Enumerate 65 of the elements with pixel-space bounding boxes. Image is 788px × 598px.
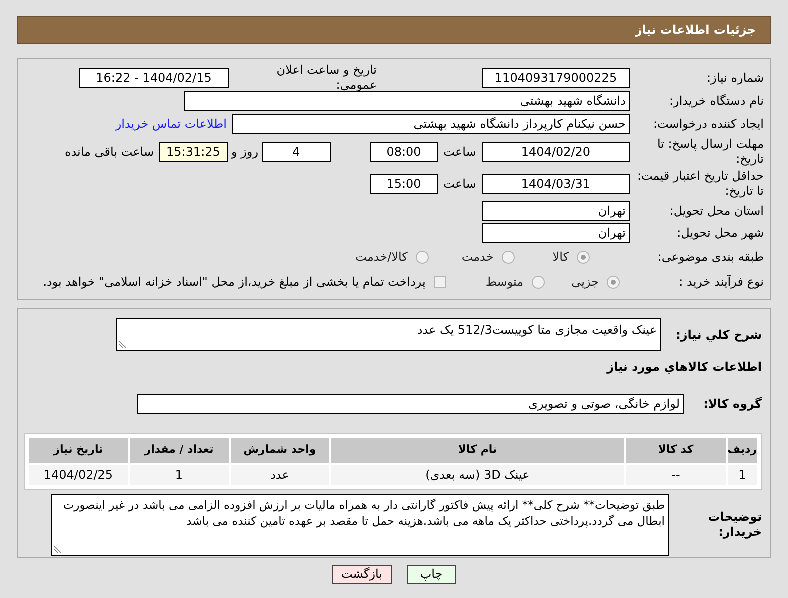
column-header: ردیف [726, 437, 758, 464]
section-title: اطلاعات کالاهاي مورد نياز [607, 359, 762, 376]
table-cell: 1 [128, 464, 230, 486]
field-label: ساعت [442, 176, 478, 192]
text-field[interactable]: 1104093179000225 [482, 68, 630, 88]
table-cell: 1404/02/25 [28, 464, 129, 486]
resize-grip-icon[interactable] [119, 341, 126, 348]
field-label: تاریخ و ساعت اعلان عمومی: [276, 63, 377, 93]
table-cell: عدد [230, 464, 330, 486]
field-label: ساعت باقی مانده [64, 144, 154, 160]
column-header: نام کالا [330, 437, 626, 464]
field-label: شهر محل تحویل: [676, 226, 764, 240]
text-field[interactable]: حسن نیکنام کارپرداز دانشگاه شهید بهشتی [232, 114, 630, 134]
field-label: استان محل تحویل: [668, 204, 764, 218]
table-cell: 1 [726, 464, 758, 486]
radio-button[interactable] [532, 276, 545, 288]
field-label: روز و [230, 144, 260, 160]
contact-link[interactable]: اطلاعات تماس خریدار [116, 115, 227, 133]
table-cell: -- [625, 464, 727, 486]
text-field[interactable]: 4 [262, 142, 331, 162]
table-cell: عینک 3D (سه بعدی) [330, 464, 626, 486]
page-header: جزئیات اطلاعات نیاز [17, 16, 771, 44]
text-area[interactable] [51, 494, 669, 556]
text-field[interactable]: 1404/03/31 [482, 174, 630, 194]
text-field[interactable]: 08:00 [370, 142, 438, 162]
text-field[interactable]: 1404/02/20 [482, 142, 630, 162]
print-button[interactable]: چاپ [407, 565, 456, 584]
field-label: گروه کالا: [702, 396, 762, 412]
radio-label: متوسط [486, 274, 524, 291]
text-field[interactable]: لوازم خانگی، صوتی و تصویری [137, 394, 684, 414]
field-label: حداقل تاریخ اعتبار قیمت: تا تاریخ: [636, 169, 764, 199]
field-label: شرح کلي نياز: [675, 327, 762, 343]
field-label: ساعت [442, 144, 478, 160]
radio-button[interactable] [607, 276, 620, 288]
text-field[interactable]: 15:31:25 [159, 142, 228, 162]
field-label: مهلت ارسال پاسخ: تا تاریخ: [656, 137, 764, 167]
field-label: ایجاد کننده درخواست: [652, 116, 764, 132]
text-field[interactable]: تهران [482, 201, 630, 221]
radio-label: کالا/خدمت [356, 249, 408, 266]
radio-label: کالا [552, 249, 569, 266]
radio-label: جزیی [572, 274, 599, 291]
text-area[interactable]: عینک واقعیت مجازی متا کوییست512/3 یک عدد [116, 318, 661, 351]
text-area-text: طبق توضیحات** شرح کلی** ارائه پیش فاکتور گارانتی دار به همراه مالیات بر ارزش افزوده الزامی می باشد در غیر اینصورت ابطال می گردد.پرداختی حداکثر یک ماهه می باشد.هزینه حمل تا مقصد بر عهده تامین کننده می باشد [63, 498, 665, 528]
field-label: نوع فرآیند خرید : [678, 274, 764, 290]
column-header: واحد شمارش [230, 437, 330, 464]
text-field[interactable]: 15:00 [370, 174, 438, 194]
column-header: تعداد / مقدار [128, 437, 230, 464]
radio-button[interactable] [577, 250, 590, 264]
resize-grip-icon[interactable] [54, 546, 61, 553]
column-header: کد کالا [625, 437, 727, 464]
radio-button[interactable] [502, 250, 515, 264]
radio-button[interactable] [416, 250, 429, 264]
text-field[interactable]: دانشگاه شهید بهشتی [184, 91, 630, 111]
column-header: تاریخ نیاز [28, 437, 129, 464]
field-label: توضیحات خریدار: [707, 510, 762, 540]
checkbox-label: پرداخت تمام یا بخشی از مبلغ خرید،از محل "اسناد خزانه اسلامی" خواهد بود. [43, 274, 426, 291]
back-button[interactable]: بازگشت [332, 565, 392, 584]
checkbox[interactable] [434, 276, 446, 288]
field-label: نام دستگاه خریدار: [668, 94, 764, 108]
text-field[interactable]: 1404/02/15 - 16:22 [79, 68, 229, 88]
text-field[interactable]: تهران [482, 223, 630, 243]
radio-label: خدمت [462, 249, 494, 266]
field-label: شماره نیاز: [706, 70, 764, 86]
text-area-text: عینک واقعیت مجازی متا کوییست512/3 یک عدد [417, 323, 657, 337]
field-label: طبقه بندی موضوعی: [656, 250, 764, 264]
